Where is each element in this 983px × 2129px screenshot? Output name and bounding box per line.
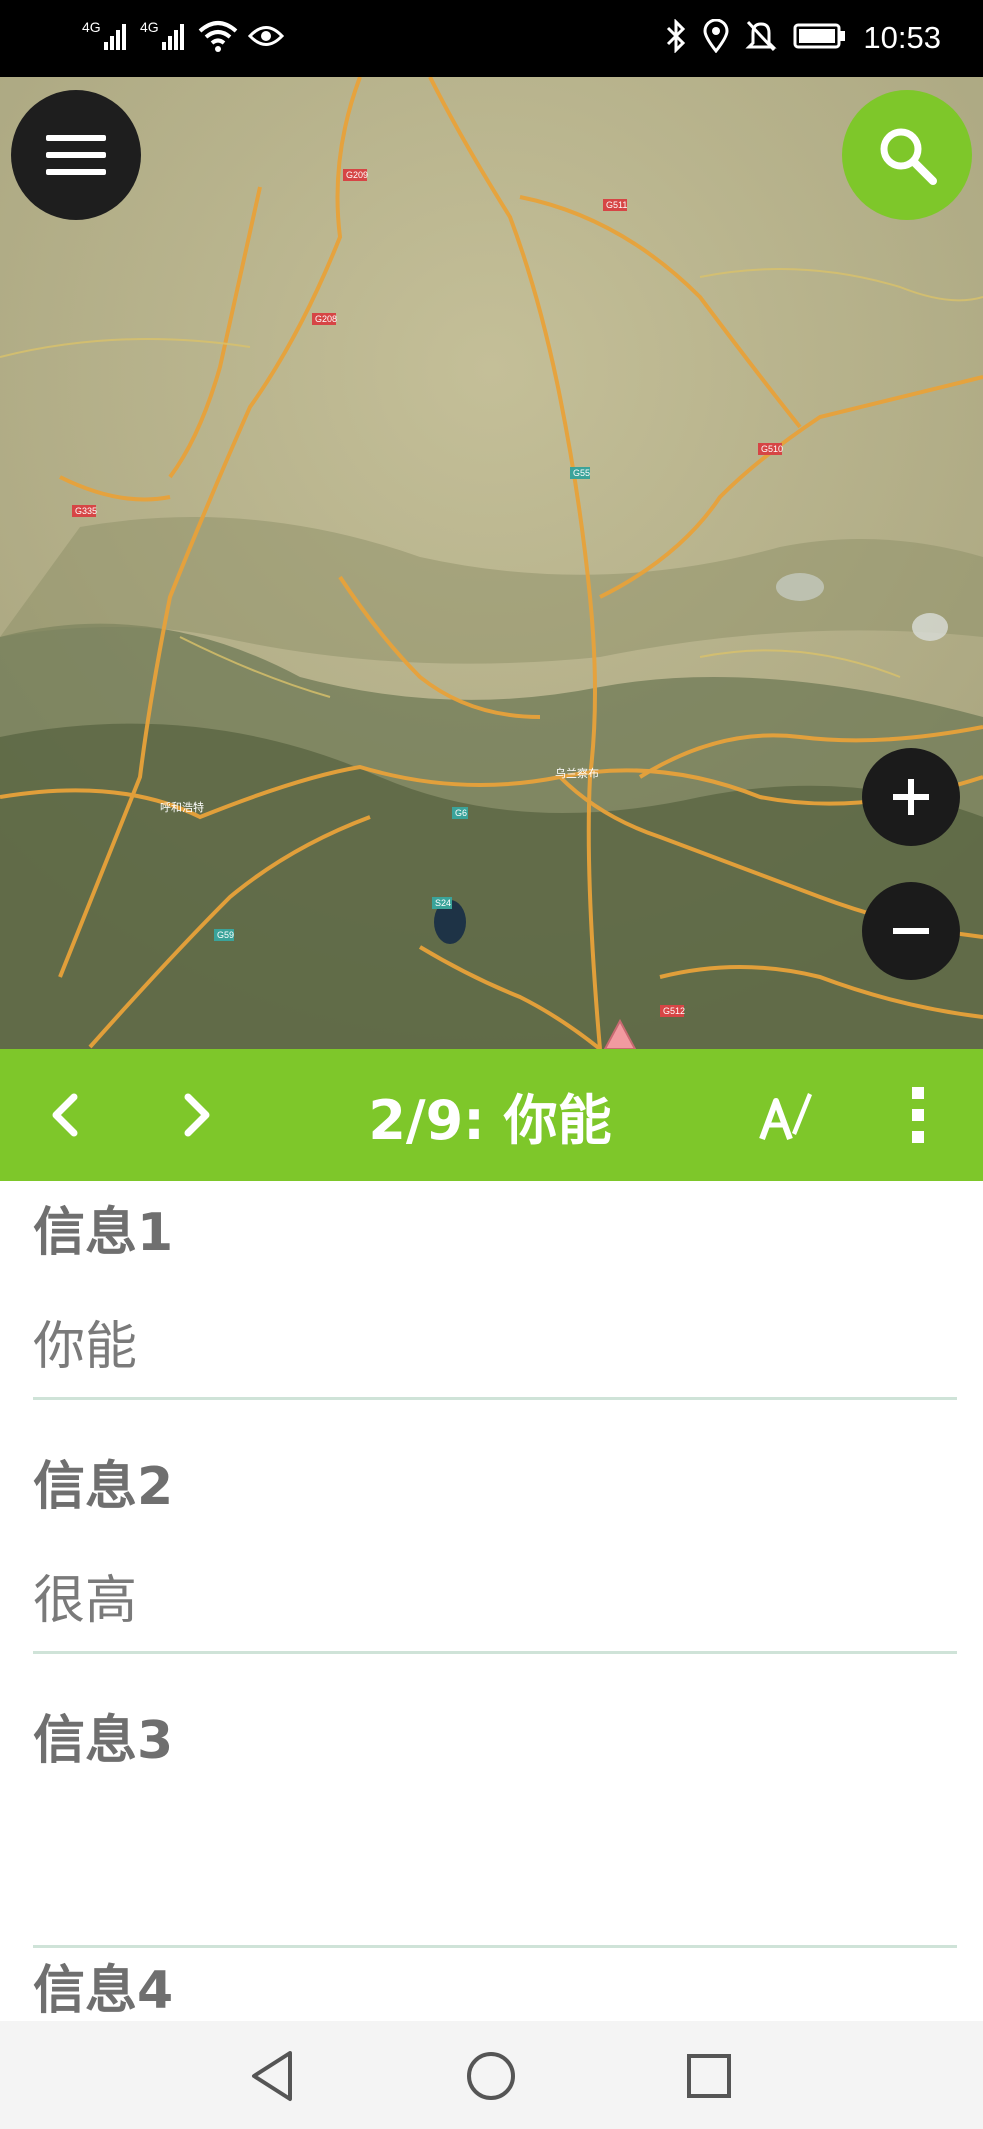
search-button[interactable] bbox=[842, 90, 972, 220]
field-2: 信息2 很高 bbox=[33, 1447, 957, 1654]
field-3: 信息3 bbox=[33, 1701, 957, 1948]
record-title: 2/9: 你能 bbox=[368, 1088, 612, 1152]
field-input[interactable]: 很高 bbox=[33, 1551, 957, 1654]
minus-icon bbox=[893, 928, 929, 934]
chevron-left-icon bbox=[52, 1093, 78, 1137]
menu-icon bbox=[46, 135, 106, 175]
menu-button[interactable] bbox=[11, 90, 141, 220]
field-input[interactable]: 你能 bbox=[33, 1297, 957, 1400]
svg-text:G510: G510 bbox=[761, 444, 783, 454]
field-label: 信息3 bbox=[33, 1711, 174, 1771]
svg-text:乌兰察布: 乌兰察布 bbox=[555, 766, 599, 780]
eye-icon bbox=[247, 23, 285, 54]
svg-text:呼和浩特: 呼和浩特 bbox=[160, 800, 204, 814]
field-1: 信息1 你能 bbox=[33, 1193, 957, 1400]
recents-square-icon bbox=[687, 2054, 731, 2098]
back-button[interactable] bbox=[238, 2041, 308, 2111]
home-circle-icon bbox=[467, 2052, 515, 2100]
zoom-in-button[interactable] bbox=[862, 748, 960, 846]
zoom-out-button[interactable] bbox=[862, 882, 960, 980]
svg-text:G335: G335 bbox=[75, 506, 97, 516]
wifi-icon bbox=[198, 19, 238, 58]
svg-text:G512: G512 bbox=[663, 1006, 685, 1016]
svg-text:G55: G55 bbox=[573, 468, 590, 478]
battery-icon bbox=[793, 22, 847, 55]
record-toolbar: 2/9: 你能 bbox=[0, 1049, 983, 1181]
more-vertical-icon bbox=[912, 1087, 924, 1143]
next-button[interactable] bbox=[157, 1075, 237, 1155]
mute-icon bbox=[745, 19, 778, 58]
svg-text:G6: G6 bbox=[455, 808, 467, 818]
svg-text:4G: 4G bbox=[140, 19, 159, 35]
field-label: 信息1 bbox=[33, 1203, 174, 1263]
status-left-icons: 4G 4G bbox=[82, 18, 285, 59]
signal-icon: 4G bbox=[82, 18, 130, 59]
svg-text:G208: G208 bbox=[315, 314, 337, 324]
status-right-icons: 10:53 bbox=[665, 17, 941, 58]
edit-text-button[interactable] bbox=[746, 1075, 826, 1155]
location-icon bbox=[703, 18, 729, 58]
recents-button[interactable] bbox=[674, 2041, 744, 2111]
field-input[interactable] bbox=[33, 1805, 957, 1948]
field-label: 信息4 bbox=[33, 1961, 174, 2021]
svg-text:G511: G511 bbox=[606, 200, 627, 210]
bluetooth-icon bbox=[665, 17, 687, 58]
status-time: 10:53 bbox=[863, 20, 941, 55]
svg-text:G209: G209 bbox=[346, 170, 368, 180]
search-icon bbox=[880, 128, 937, 185]
svg-text:G59: G59 bbox=[217, 930, 234, 940]
plus-icon bbox=[893, 779, 929, 815]
satellite-map: G209 G208 G335 G511 G55 G510 G6 G59 G512… bbox=[0, 77, 983, 1049]
previous-button[interactable] bbox=[25, 1075, 105, 1155]
signal-icon: 4G bbox=[140, 18, 188, 59]
svg-text:S24: S24 bbox=[435, 898, 451, 908]
svg-text:4G: 4G bbox=[82, 19, 101, 35]
status-bar: 4G 4G 10:53 bbox=[0, 0, 983, 77]
field-4: 信息4 bbox=[33, 1951, 957, 2021]
more-options-button[interactable] bbox=[878, 1075, 958, 1155]
chevron-right-icon bbox=[184, 1093, 210, 1137]
system-nav-bar bbox=[0, 2021, 983, 2129]
edit-text-icon bbox=[759, 1093, 812, 1141]
record-form: 信息1 你能 信息2 很高 信息3 信息4 bbox=[0, 1181, 983, 2021]
field-label: 信息2 bbox=[33, 1457, 174, 1517]
map-view[interactable]: G209 G208 G335 G511 G55 G510 G6 G59 G512… bbox=[0, 77, 983, 1049]
home-button[interactable] bbox=[456, 2041, 526, 2111]
back-triangle-icon bbox=[252, 2051, 292, 2101]
